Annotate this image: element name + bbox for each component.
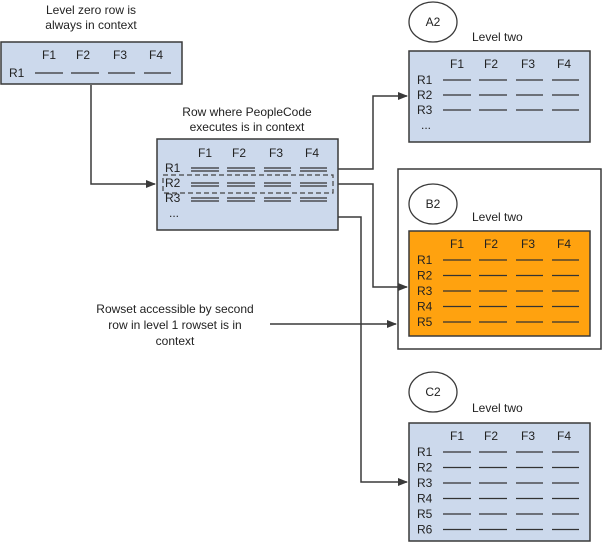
row-label: R1 — [417, 253, 433, 267]
field-header: F3 — [521, 429, 535, 443]
caption-line: context — [156, 334, 195, 348]
level1-rowset: F1 F2 F3 F4R1R2R3... — [156, 138, 339, 231]
a2-rowset: F1 F2 F3 F4 R1R2R3... — [408, 50, 591, 143]
connector-level1-to-b2 — [338, 183, 408, 291]
badge-label: A2 — [426, 15, 441, 29]
field-header: F2 — [484, 237, 498, 251]
rowset-caption: Rowset accessible by second row in level… — [96, 302, 253, 348]
caption-line: executes is in context — [190, 120, 305, 134]
a2-badge: A2 Level two — [408, 1, 523, 44]
field-header: F3 — [269, 146, 283, 160]
caption-line: Row where PeopleCode — [182, 105, 312, 119]
field-header: F2 — [76, 48, 90, 62]
badge-label: B2 — [426, 197, 441, 211]
row-label: R3 — [417, 103, 433, 117]
field-header: F4 — [557, 57, 571, 71]
b2-rowset: F1 F2 F3 F4 R1 R2R3 R4R5 — [408, 230, 591, 337]
row-label: R1 — [165, 161, 181, 175]
caption-line: row in level 1 rowset is in — [108, 318, 241, 332]
field-header: F4 — [149, 48, 163, 62]
row-label: R2 — [165, 176, 181, 190]
level1-caption: Row where PeopleCode executes is in cont… — [182, 105, 312, 134]
level0-caption: Level zero row is always in context — [45, 3, 137, 32]
row-label: R3 — [417, 284, 433, 298]
row-label: R5 — [417, 315, 433, 329]
field-header: F1 — [198, 146, 212, 160]
badge-label: C2 — [425, 385, 441, 399]
row-label: R2 — [417, 269, 433, 283]
field-header: F2 — [232, 146, 246, 160]
field-header: F1 — [450, 429, 464, 443]
field-header: F3 — [521, 57, 535, 71]
row-label: R3 — [417, 476, 433, 490]
a2-level-caption: Level two — [472, 30, 523, 44]
row-label: R2 — [417, 88, 433, 102]
more-rows-ellipsis: ... — [421, 118, 431, 132]
level0-rowset: F1 F2 F3 F4 R1 — [0, 41, 183, 85]
row-label: R5 — [417, 507, 433, 521]
c2-rowset: F1 F2 F3 F4 R1 R2R3 R4R5 R6 — [408, 422, 591, 542]
field-header: F1 — [450, 57, 464, 71]
row-label: R4 — [417, 492, 433, 506]
rowset-context-diagram: Level zero row is always in context Row … — [0, 1, 602, 542]
row-label: R2 — [417, 461, 433, 475]
row-label: R6 — [417, 523, 433, 537]
field-header: F4 — [557, 237, 571, 251]
c2-badge: C2 Level two — [408, 371, 523, 415]
field-header: F1 — [42, 48, 56, 62]
field-header: F1 — [450, 237, 464, 251]
field-header: F3 — [521, 237, 535, 251]
more-rows-ellipsis: ... — [169, 206, 179, 220]
connector-level1-to-a2 — [338, 92, 408, 170]
row-label: R4 — [417, 300, 433, 314]
field-header: F2 — [484, 429, 498, 443]
caption-line: Level zero row is — [46, 3, 136, 17]
row-label: R1 — [417, 73, 433, 87]
field-header: F2 — [484, 57, 498, 71]
field-header: F4 — [557, 429, 571, 443]
connector-level0-to-level1 — [90, 85, 156, 188]
field-header: F3 — [113, 48, 127, 62]
caption-line: Rowset accessible by second — [96, 302, 253, 316]
row-label: R1 — [417, 445, 433, 459]
field-header: F4 — [305, 146, 319, 160]
b2-level-caption: Level two — [472, 210, 523, 224]
caption-line: always in context — [45, 18, 137, 32]
c2-level-caption: Level two — [472, 401, 523, 415]
row-label: R1 — [9, 66, 25, 80]
